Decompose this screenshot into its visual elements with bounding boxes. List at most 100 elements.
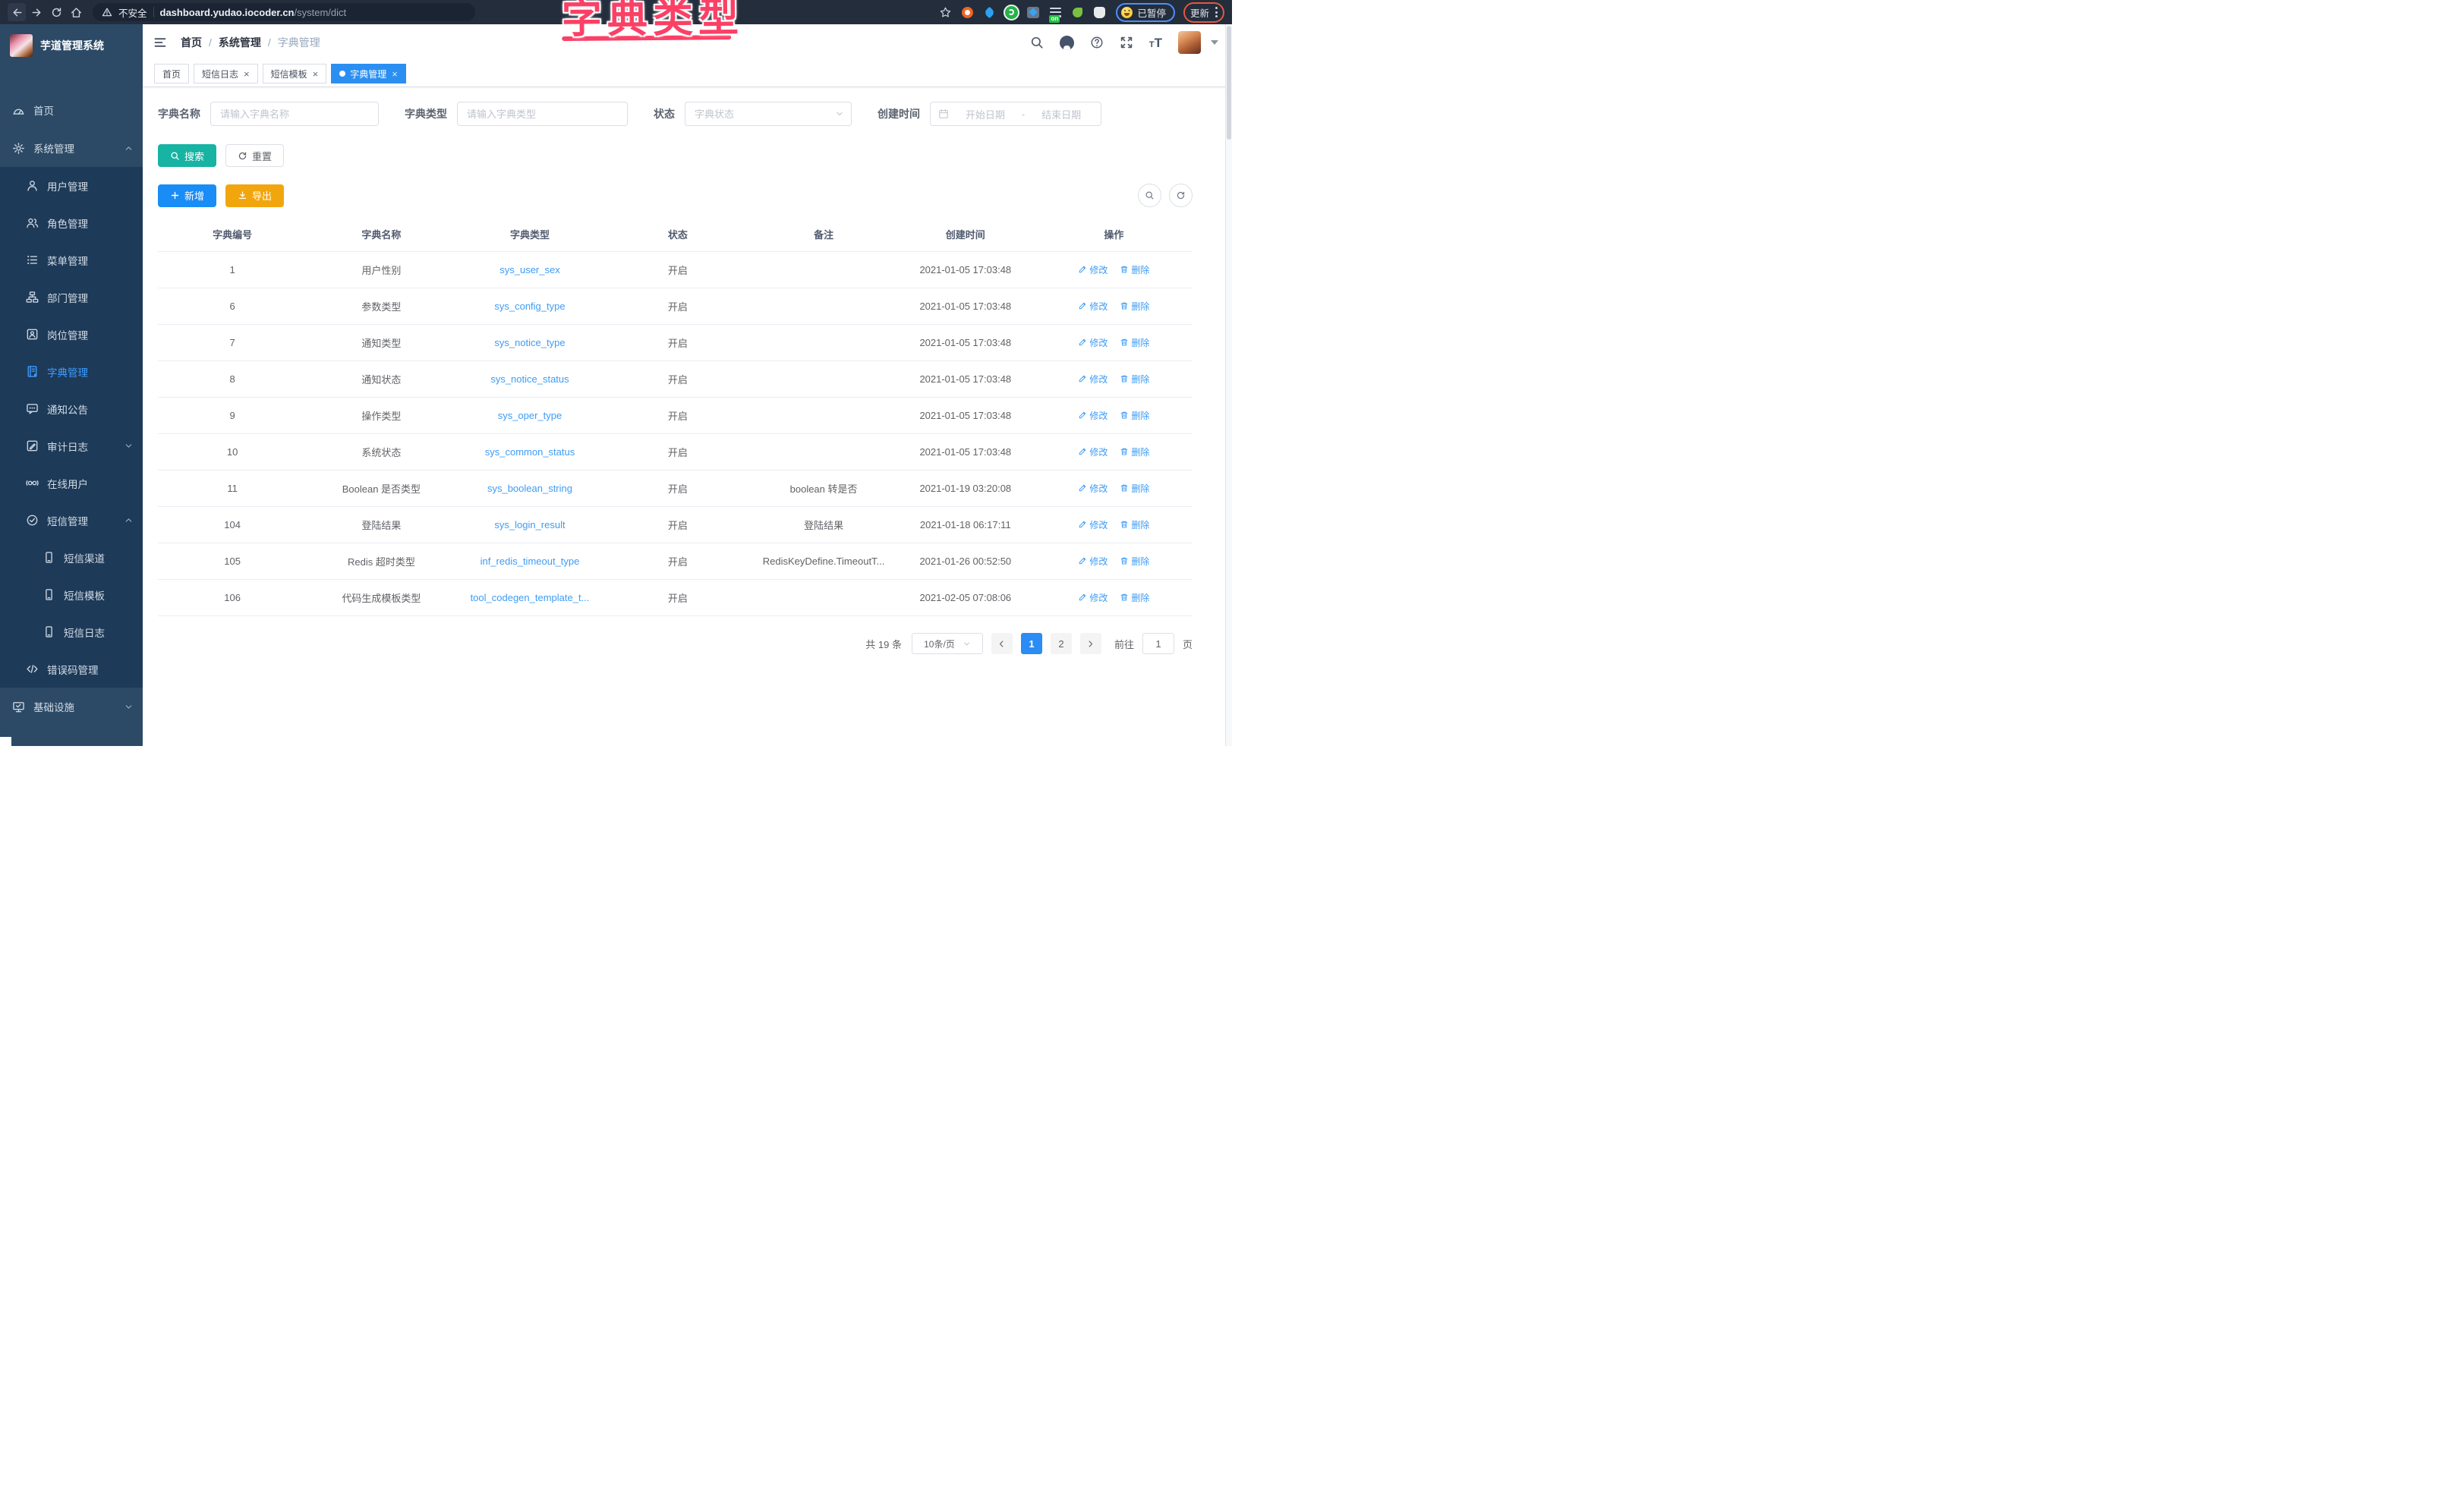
extension-gem-icon[interactable] bbox=[1025, 4, 1041, 20]
tab-sms-template[interactable]: 短信模板× bbox=[263, 64, 327, 83]
dict-type-link[interactable]: sys_login_result bbox=[494, 519, 565, 530]
edit-link[interactable]: 修改 bbox=[1078, 555, 1108, 568]
dict-type-link[interactable]: sys_notice_type bbox=[494, 337, 565, 348]
sidebar-item-error-code[interactable]: 错误码管理 bbox=[0, 650, 143, 688]
delete-link[interactable]: 删除 bbox=[1120, 409, 1149, 422]
delete-link[interactable]: 删除 bbox=[1120, 263, 1149, 276]
dict-name-input[interactable] bbox=[210, 102, 379, 126]
browser-update-button[interactable]: 更新 bbox=[1183, 2, 1224, 23]
bookmark-star-icon[interactable] bbox=[937, 4, 953, 20]
sidebar-item-dept-mgmt[interactable]: 部门管理 bbox=[0, 279, 143, 316]
dict-type-input[interactable] bbox=[457, 102, 628, 126]
toggle-search-icon[interactable] bbox=[1138, 184, 1161, 207]
date-range-picker[interactable]: 开始日期 - 结束日期 bbox=[930, 102, 1101, 126]
dict-type-link[interactable]: sys_user_sex bbox=[499, 264, 559, 275]
sidebar-item-post-mgmt[interactable]: 岗位管理 bbox=[0, 316, 143, 353]
dict-type-link[interactable]: sys_boolean_string bbox=[487, 483, 572, 494]
delete-link[interactable]: 删除 bbox=[1120, 555, 1149, 568]
extension-green-icon[interactable] bbox=[1003, 4, 1019, 20]
search-button[interactable]: 搜索 bbox=[158, 144, 216, 167]
extension-leaf-icon[interactable] bbox=[1069, 4, 1085, 20]
sidebar-item-system[interactable]: 系统管理 bbox=[0, 129, 143, 167]
delete-link[interactable]: 删除 bbox=[1120, 482, 1149, 495]
extension-drop-icon[interactable] bbox=[981, 4, 997, 20]
edit-link[interactable]: 修改 bbox=[1078, 518, 1108, 531]
sidebar-item-sms-log[interactable]: 短信日志 bbox=[0, 613, 143, 650]
close-icon[interactable]: × bbox=[392, 69, 398, 79]
scrollbar-thumb[interactable] bbox=[1227, 26, 1231, 140]
dict-type-link[interactable]: sys_config_type bbox=[494, 301, 565, 312]
delete-link[interactable]: 删除 bbox=[1120, 445, 1149, 458]
avatar-caret-icon[interactable] bbox=[1211, 40, 1218, 45]
delete-link[interactable]: 删除 bbox=[1120, 373, 1149, 386]
edit-link[interactable]: 修改 bbox=[1078, 409, 1108, 422]
browser-forward-icon[interactable] bbox=[27, 3, 46, 21]
refresh-table-icon[interactable] bbox=[1169, 184, 1193, 207]
goto-page-input[interactable] bbox=[1142, 633, 1174, 654]
page-button-2[interactable]: 2 bbox=[1051, 633, 1072, 654]
dict-type-link[interactable]: inf_redis_timeout_type bbox=[481, 556, 580, 567]
close-icon[interactable]: × bbox=[313, 69, 319, 79]
dict-type-link[interactable]: sys_notice_status bbox=[490, 373, 569, 385]
delete-link[interactable]: 删除 bbox=[1120, 300, 1149, 313]
sidebar-item-user-mgmt[interactable]: 用户管理 bbox=[0, 167, 143, 204]
extension-list-icon[interactable]: on bbox=[1047, 4, 1063, 20]
sidebar-item-home[interactable]: 首页 bbox=[0, 91, 143, 129]
profile-paused-pill[interactable]: 已暂停 bbox=[1116, 3, 1175, 22]
avatar[interactable] bbox=[1178, 31, 1201, 54]
extension-puzzle-icon[interactable] bbox=[1091, 4, 1108, 20]
sidebar-item-sms-mgmt[interactable]: 短信管理 bbox=[0, 502, 143, 539]
browser-reload-icon[interactable] bbox=[47, 3, 65, 21]
github-icon[interactable] bbox=[1060, 36, 1074, 50]
sidebar-item-sms-template[interactable]: 短信模板 bbox=[0, 576, 143, 613]
edit-link[interactable]: 修改 bbox=[1078, 263, 1108, 276]
reset-button[interactable]: 重置 bbox=[225, 144, 284, 167]
tab-dict-mgmt[interactable]: 字典管理× bbox=[331, 64, 406, 83]
url-bar[interactable]: 不安全 dashboard.yudao.iocoder.cn/system/di… bbox=[93, 3, 475, 21]
tab-home[interactable]: 首页 bbox=[154, 64, 189, 83]
font-size-icon[interactable]: TT bbox=[1149, 36, 1162, 49]
browser-home-icon[interactable] bbox=[67, 3, 85, 21]
delete-link[interactable]: 删除 bbox=[1120, 518, 1149, 531]
sidebar-item-infrastructure[interactable]: 基础设施 bbox=[0, 688, 143, 726]
browser-menu-kebab-icon[interactable] bbox=[1215, 7, 1218, 17]
export-button[interactable]: 导出 bbox=[225, 184, 284, 207]
sidebar-item-sms-channel[interactable]: 短信渠道 bbox=[0, 539, 143, 576]
breadcrumb-home[interactable]: 首页 bbox=[181, 35, 202, 50]
status-select[interactable] bbox=[685, 102, 852, 126]
edit-link[interactable]: 修改 bbox=[1078, 445, 1108, 458]
edit-link[interactable]: 修改 bbox=[1078, 373, 1108, 386]
app-logo[interactable]: 芋道管理系统 bbox=[0, 24, 143, 67]
prev-page-icon[interactable] bbox=[991, 633, 1013, 654]
extension-adblock-icon[interactable] bbox=[959, 4, 975, 20]
sidebar-item-audit-log[interactable]: 审计日志 bbox=[0, 427, 143, 464]
security-warning-icon[interactable] bbox=[102, 7, 112, 17]
delete-link[interactable]: 删除 bbox=[1120, 591, 1149, 604]
dict-type-link[interactable]: sys_common_status bbox=[485, 446, 575, 458]
sidebar-item-notice[interactable]: 通知公告 bbox=[0, 390, 143, 427]
help-icon[interactable] bbox=[1090, 36, 1104, 49]
edit-link[interactable]: 修改 bbox=[1078, 300, 1108, 313]
sidebar-item-online-users[interactable]: 在线用户 bbox=[0, 464, 143, 502]
dict-type-link[interactable]: sys_oper_type bbox=[498, 410, 562, 421]
sidebar-item-menu-mgmt[interactable]: 菜单管理 bbox=[0, 241, 143, 279]
next-page-icon[interactable] bbox=[1080, 633, 1101, 654]
page-button-1[interactable]: 1 bbox=[1021, 633, 1042, 654]
tab-sms-log[interactable]: 短信日志× bbox=[194, 64, 258, 83]
hamburger-icon[interactable] bbox=[153, 36, 167, 49]
edit-link[interactable]: 修改 bbox=[1078, 591, 1108, 604]
edit-link[interactable]: 修改 bbox=[1078, 336, 1108, 349]
add-button[interactable]: 新增 bbox=[158, 184, 216, 207]
page-size-select[interactable]: 10条/页 bbox=[912, 633, 983, 654]
browser-back-icon[interactable] bbox=[8, 3, 26, 21]
page-scrollbar[interactable] bbox=[1225, 24, 1232, 746]
sidebar-item-dict-mgmt[interactable]: 字典管理 bbox=[0, 353, 143, 390]
search-icon[interactable] bbox=[1030, 36, 1044, 49]
sidebar-item-role-mgmt[interactable]: 角色管理 bbox=[0, 204, 143, 241]
delete-link[interactable]: 删除 bbox=[1120, 336, 1149, 349]
fullscreen-icon[interactable] bbox=[1120, 36, 1133, 49]
edit-link[interactable]: 修改 bbox=[1078, 482, 1108, 495]
close-icon[interactable]: × bbox=[244, 69, 250, 79]
dict-type-link[interactable]: tool_codegen_template_t... bbox=[471, 592, 590, 603]
breadcrumb-system[interactable]: 系统管理 bbox=[219, 35, 261, 50]
